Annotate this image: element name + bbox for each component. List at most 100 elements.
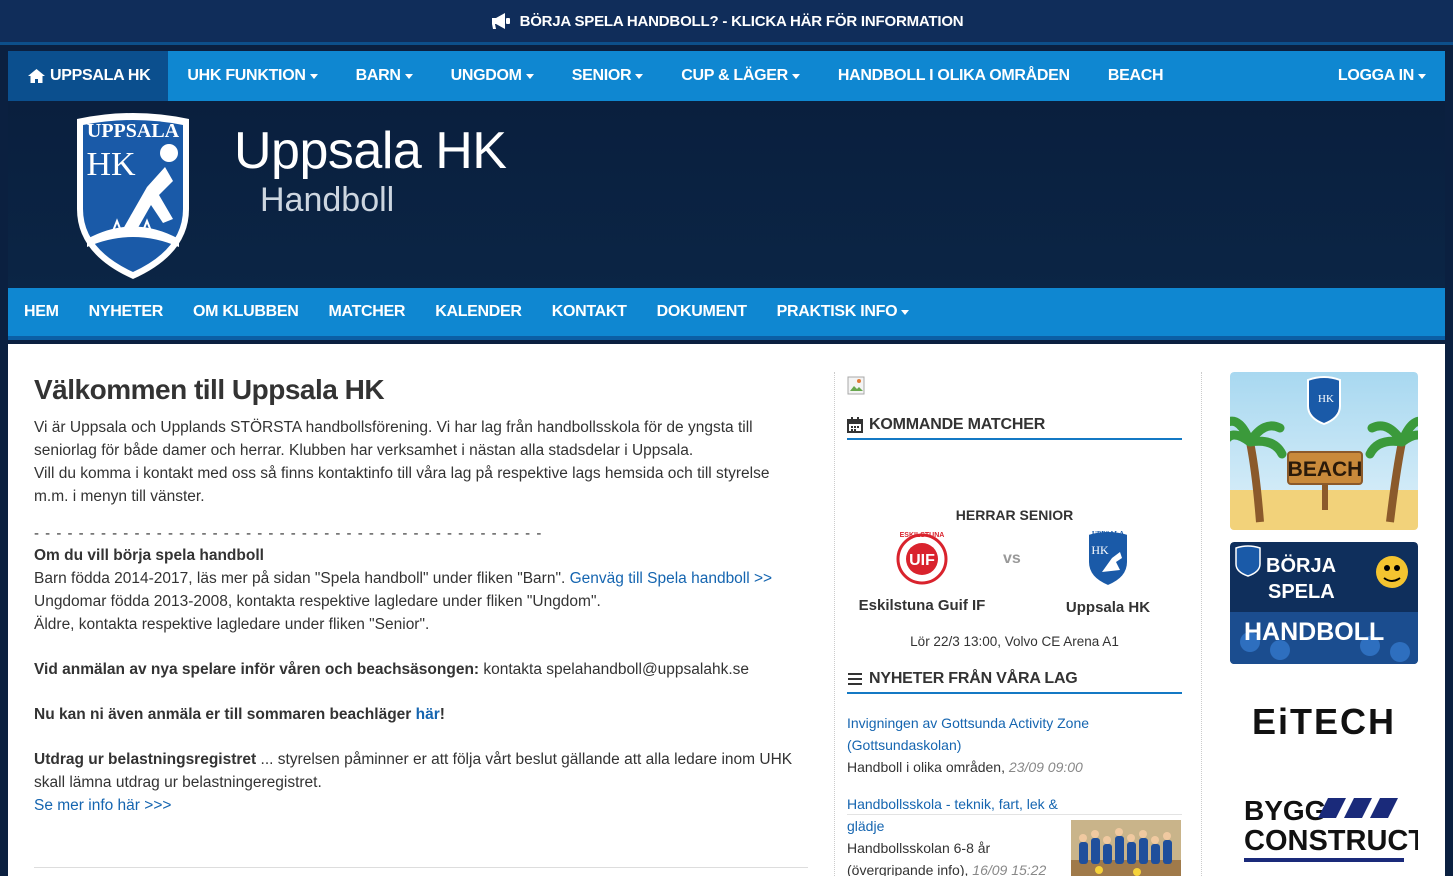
caret-down-icon (635, 73, 644, 79)
main-nav: UPPSALA HK UHK FUNKTION BARN UNGDOM SENI… (8, 51, 1445, 101)
start-older-text: Äldre, kontakta respektive lagledare und… (34, 616, 430, 633)
nav-login[interactable]: LOGGA IN (1319, 51, 1445, 101)
home-logo-text: ESKILSTUNA (900, 532, 945, 539)
match-info: Lör 22/3 13:00, Volvo CE Arena A1 (910, 634, 1119, 649)
news-meta: Handbollsskolan 6-8 år (övergripande inf… (847, 837, 1063, 876)
subnav-praktisk-info[interactable]: PRAKTISK INFO (762, 303, 925, 321)
eitech-text: EiTECH (1252, 701, 1396, 742)
beach-paragraph: Nu kan ni även anmäla er till sommaren b… (34, 703, 808, 726)
caret-down-icon (525, 73, 534, 79)
away-team[interactable]: UPPSALA HK Uppsala HK (1033, 528, 1183, 616)
nav-beach[interactable]: BEACH (1089, 51, 1182, 101)
svg-text:UIF: UIF (909, 552, 935, 569)
logo-text: UPPSALA (87, 120, 180, 142)
subnav-kontakt[interactable]: KONTAKT (537, 303, 642, 321)
site-title: Uppsala HK (234, 122, 507, 180)
vs-label: vs (1003, 550, 1021, 567)
team-news-heading: NYHETER FRÅN VÅRA LAG (847, 670, 1182, 694)
bygg-text: BYGG (1244, 795, 1326, 826)
nav-ungdom[interactable]: UNGDOM (432, 51, 553, 101)
eskilstuna-logo: UIF ESKILSTUNA (896, 532, 948, 585)
content-area: Välkommen till Uppsala HK Vi är Uppsala … (8, 344, 1445, 876)
subnav-hem[interactable]: HEM (8, 303, 74, 321)
away-logo-text: UPPSALA (1092, 530, 1124, 538)
megaphone-icon (491, 13, 510, 29)
dashed-divider: - - - - - - - - - - - - - - - - - - - - … (34, 525, 543, 542)
news-title-link[interactable]: Handbollsskola - teknik, fart, lek & glä… (847, 793, 1063, 837)
broken-image-icon (847, 376, 865, 395)
news-thumbnail[interactable] (1071, 820, 1181, 876)
site-header: UPPSALA HK Uppsala HK Handboll (8, 101, 1445, 288)
start-playing-block: Om du vill börja spela handboll Barn föd… (34, 544, 808, 636)
eitech-sponsor[interactable]: EiTECH (1230, 692, 1418, 752)
nav-label: SENIOR (571, 67, 632, 84)
caret-down-icon (1418, 73, 1426, 79)
caret-down-icon (309, 73, 318, 79)
nav-handboll-olika-omraden[interactable]: HANDBOLL I OLIKA OMRÅDEN (819, 51, 1089, 101)
away-team-name: Uppsala HK (1065, 599, 1151, 616)
borja-text-2: SPELA (1268, 581, 1335, 603)
home-team[interactable]: UIF ESKILSTUNA Eskilstuna Guif IF (847, 528, 997, 614)
borja-text-3: HANDBOLL (1244, 618, 1384, 646)
calendar-icon (847, 417, 863, 433)
beach-end: ! (439, 706, 445, 723)
nav-label: BEACH (1107, 67, 1164, 84)
nav-cup-lager[interactable]: CUP & LÄGER (662, 51, 819, 101)
info-banner: BÖRJA SPELA HANDBOLL? - KLICKA HÄR FÖR I… (0, 0, 1453, 45)
subnav-om-klubben[interactable]: OM KLUBBEN (178, 303, 313, 321)
middle-column: KOMMANDE MATCHER HERRAR SENIOR UIF ESKIL… (834, 372, 1202, 876)
record-info-link[interactable]: Se mer info här >>> (34, 797, 171, 814)
nav-home-label: UPPSALA HK (50, 67, 151, 84)
beach-ad[interactable]: HK BEACH (1230, 372, 1418, 530)
nav-barn[interactable]: BARN (337, 51, 432, 101)
subnav-matcher[interactable]: MATCHER (313, 303, 420, 321)
borja-text-1: BÖRJA (1266, 554, 1336, 577)
intro-text-2: Vill du komma i kontakt med oss så finns… (34, 465, 770, 505)
spela-handboll-link[interactable]: Genväg till Spela handboll >> (570, 570, 773, 587)
subnav-dokument[interactable]: DOKUMENT (642, 303, 762, 321)
nav-label: CUP & LÄGER (681, 67, 788, 84)
match-category: HERRAR SENIOR (955, 507, 1074, 523)
logo-initials: HK (86, 146, 136, 183)
banner-link[interactable]: BÖRJA SPELA HANDBOLL? - KLICKA HÄR FÖR I… (490, 12, 964, 30)
sub-nav: HEM NYHETER OM KLUBBEN MATCHER KALENDER … (8, 288, 1445, 340)
intro-text-1: Vi är Uppsala och Upplands STÖRSTA handb… (34, 419, 753, 459)
nav-senior[interactable]: SENIOR (553, 51, 663, 101)
banner-text: BÖRJA SPELA HANDBOLL? - KLICKA HÄR FÖR I… (519, 12, 964, 30)
welcome-section: Välkommen till Uppsala HK Vi är Uppsala … (34, 374, 808, 868)
news-heading-text: NYHETER FRÅN VÅRA LAG (869, 670, 1078, 687)
nav-home-uppsala-hk[interactable]: UPPSALA HK (8, 51, 169, 101)
news-team: Handbollsskolan 6-8 år (övergripande inf… (847, 840, 991, 876)
site-subtitle: Handboll (260, 181, 395, 219)
start-youth-text: Ungdomar födda 2013-2008, kontakta respe… (34, 593, 601, 610)
home-team-name: Eskilstuna Guif IF (858, 597, 986, 614)
svg-text:HK: HK (1318, 393, 1334, 405)
beach-bold: Nu kan ni även anmäla er till sommaren b… (34, 706, 416, 723)
beach-signup-link[interactable]: här (416, 706, 440, 723)
subnav-kalender[interactable]: KALENDER (420, 303, 537, 321)
start-heading: Om du vill börja spela handboll (34, 547, 264, 564)
home-icon (28, 69, 45, 83)
page-heading: Välkommen till Uppsala HK (34, 374, 385, 405)
subnav-nyheter[interactable]: NYHETER (74, 303, 178, 321)
nav-label: BARN (355, 67, 401, 84)
subnav-label: PRAKTISK INFO (776, 303, 898, 320)
caret-down-icon (404, 73, 413, 79)
nav-uhk-funktion[interactable]: UHK FUNKTION (168, 51, 336, 101)
news-time: 16/09 15:22 (972, 862, 1047, 876)
upcoming-matches-heading: KOMMANDE MATCHER (847, 416, 1182, 440)
bygg-construct-sponsor[interactable]: BYGG CONSTRUCT (1230, 786, 1418, 876)
signup-email-text: kontakta spelahandboll@uppsalahk.se (479, 661, 750, 678)
signup-paragraph: Vid anmälan av nya spelare inför våren o… (34, 658, 808, 681)
caret-down-icon (901, 309, 910, 315)
borja-spela-ad[interactable]: BÖRJA SPELA HANDBOLL (1230, 542, 1418, 664)
news-meta: Handboll i olika områden, 23/09 09:00 (847, 756, 1182, 778)
news-item: Handbollsskola - teknik, fart, lek & glä… (847, 793, 1063, 876)
section-divider (34, 867, 808, 868)
news-team: Handboll i olika områden, (847, 759, 1009, 775)
news-title-link[interactable]: Invigningen av Gottsunda Activity Zone (… (847, 712, 1182, 756)
club-logo[interactable]: UPPSALA HK (73, 109, 193, 281)
